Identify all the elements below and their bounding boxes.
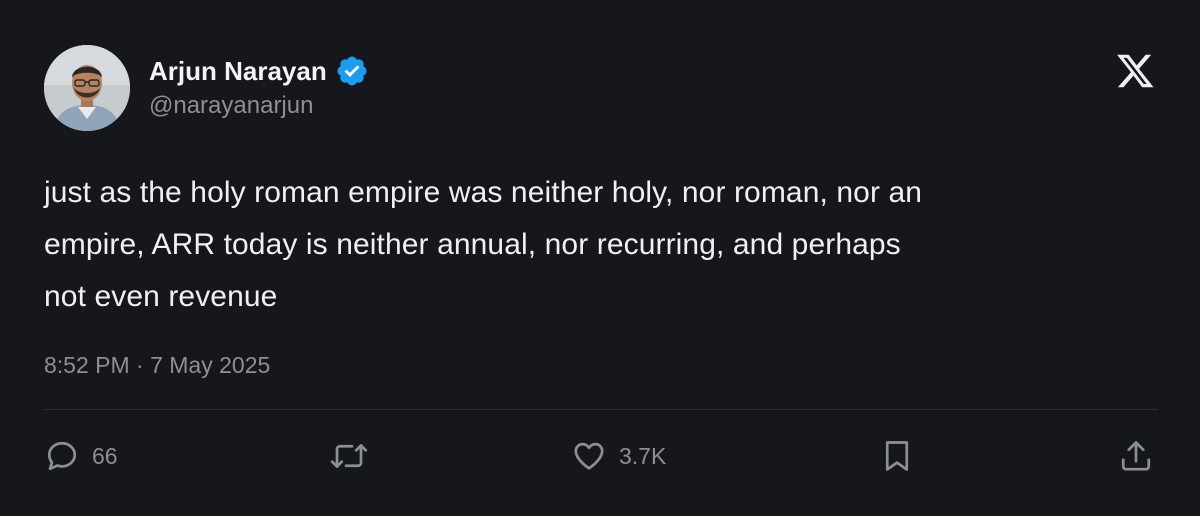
author-name-row[interactable]: Arjun Narayan [149,53,369,89]
heart-icon [574,442,604,470]
tweet-text-line: not even revenue [44,280,278,313]
tweet-timestamp[interactable]: 8:52 PM · 7 May 2025 [44,349,270,381]
like-count: 3.7K [619,443,667,469]
avatar[interactable] [44,45,130,131]
reply-icon [47,441,77,471]
x-logo-icon[interactable] [1116,54,1154,88]
divider [44,409,1158,410]
author-handle[interactable]: @narayanarjun [149,90,313,122]
share-button[interactable] [1118,436,1154,476]
like-button[interactable]: 3.7K [571,436,666,476]
tweet-text: just as the holy roman empire was neithe… [44,167,1164,323]
bookmark-icon [885,441,909,471]
bookmark-button[interactable] [880,436,914,476]
reply-button[interactable]: 66 [44,436,118,476]
verified-badge-icon [337,56,367,86]
share-icon [1121,441,1151,471]
retweet-button[interactable] [329,436,369,476]
tweet-text-line: just as the holy roman empire was neithe… [44,176,923,209]
tweet-text-line: empire, ARR today is neither annual, nor… [44,228,901,261]
reply-count: 66 [92,443,118,469]
avatar-image [44,45,130,131]
retweet-icon [330,444,368,468]
author-name[interactable]: Arjun Narayan [149,53,327,89]
tweet-card: Arjun Narayan @narayanarjun just as the … [0,0,1200,516]
